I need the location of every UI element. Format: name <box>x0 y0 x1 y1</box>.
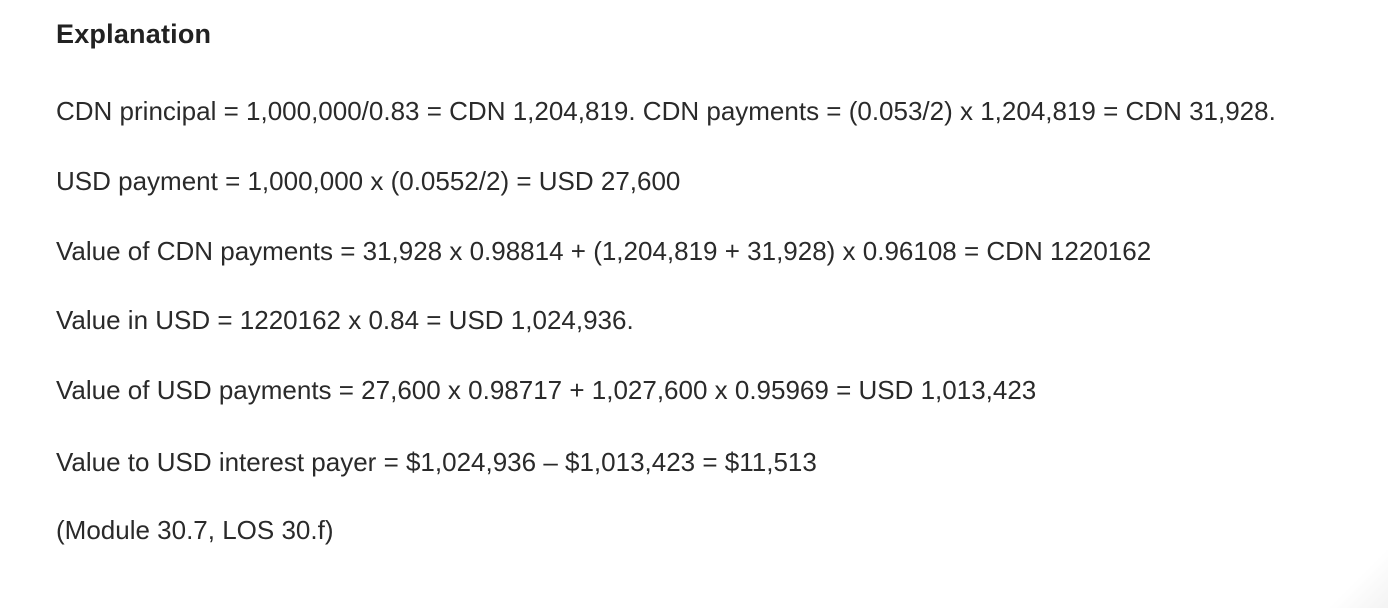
value-usd-payments-paragraph: Value of USD payments = 27,600 x 0.98717… <box>56 375 1037 405</box>
corner-shade <box>1328 548 1388 608</box>
cdn-principal-paragraph: CDN principal = 1,000,000/0.83 = CDN 1,2… <box>56 96 1276 126</box>
explanation-section: Explanation CDN principal = 1,000,000/0.… <box>56 14 1356 551</box>
value-cdn-payments-paragraph: Value of CDN payments = 31,928 x 0.98814… <box>56 236 1152 266</box>
usd-payment-paragraph: USD payment = 1,000,000 x (0.0552/2) = U… <box>56 166 681 196</box>
value-in-usd-paragraph: Value in USD = 1220162 x 0.84 = USD 1,02… <box>56 305 634 335</box>
explanation-heading: Explanation <box>56 19 212 49</box>
module-reference: (Module 30.7, LOS 30.f) <box>56 515 334 545</box>
value-to-usd-payer-paragraph: Value to USD interest payer = $1,024,936… <box>56 447 817 477</box>
